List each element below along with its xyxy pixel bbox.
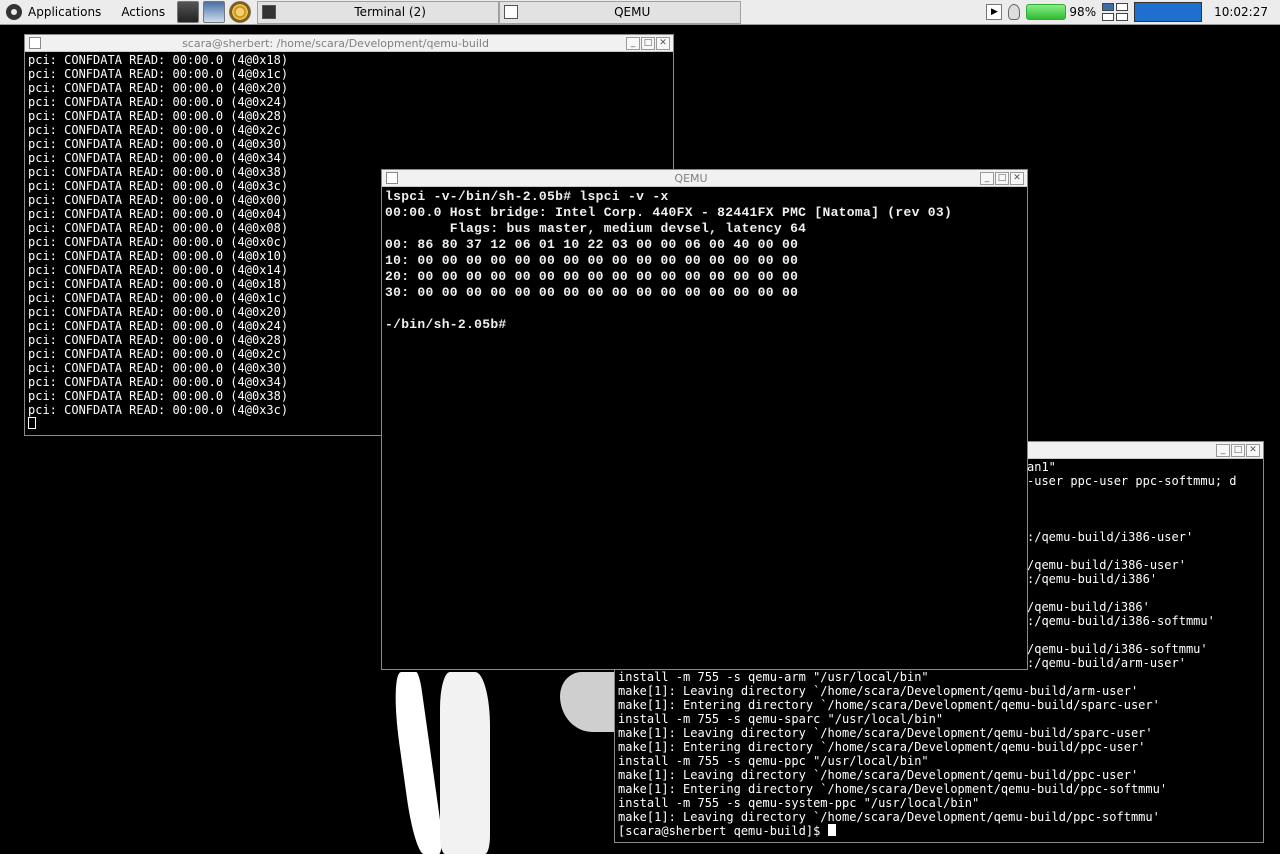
wallpaper-shape — [389, 672, 445, 854]
play-icon[interactable]: ▶ — [986, 4, 1003, 20]
terminal-line: pci: CONFDATA READ: 00:00.0 (4@0x20) — [28, 81, 289, 95]
workspace-4[interactable] — [1116, 13, 1129, 21]
terminal-line: make[1]: Leaving directory `/home/scara/… — [618, 810, 1160, 824]
terminal-line: install -m 755 -s qemu-system-ppc "/usr/… — [618, 796, 980, 810]
cpu-monitor-graph[interactable] — [1134, 2, 1203, 22]
terminal-line: :/qemu-build/i386-user' — [1027, 530, 1194, 544]
task-button-terminal[interactable]: Terminal (2) — [257, 0, 500, 24]
terminal-line: install -m 755 -s qemu-arm "/usr/local/b… — [618, 670, 929, 684]
window-title: QEMU — [674, 171, 708, 185]
gnome-foot-icon — [6, 4, 22, 20]
system-tray: ▶ 98% 10:02:27 — [986, 0, 1280, 25]
battery-icon[interactable] — [1026, 4, 1067, 20]
window-icon — [504, 5, 519, 19]
vga-text-line: 00: 86 80 37 12 06 01 10 22 03 00 00 06 … — [385, 237, 799, 252]
wallpaper-shape — [560, 672, 614, 732]
minimize-icon[interactable]: _ — [626, 36, 640, 50]
desktop: Applications Actions Terminal (2) QEMU ▶… — [0, 0, 1280, 854]
vga-text-line — [385, 301, 1024, 317]
terminal-line: -user ppc-user ppc-softmmu; d — [1027, 474, 1237, 488]
minimize-icon[interactable]: _ — [1216, 443, 1230, 457]
text-cursor — [827, 824, 836, 836]
terminal-line: pci: CONFDATA READ: 00:00.0 (4@0x2c) — [28, 123, 289, 137]
maximize-icon[interactable]: □ — [1231, 443, 1245, 457]
window-titlebar[interactable]: scara@sherbert: /home/scara/Development/… — [25, 35, 673, 52]
battery-percent: 98% — [1069, 5, 1097, 19]
vga-text-line: Flags: bus master, medium devsel, latenc… — [385, 221, 807, 236]
terminal-line: pci: CONFDATA READ: 00:00.0 (4@0x18) — [28, 53, 289, 67]
terminal-line: an1" — [1027, 460, 1056, 474]
applications-menu[interactable]: Applications — [0, 0, 107, 25]
shell-prompt: [scara@sherbert qemu-build]$ — [618, 824, 828, 838]
workspace-1[interactable] — [1102, 3, 1115, 11]
vga-text-line: 00:00.0 Host bridge: Intel Corp. 440FX -… — [385, 205, 953, 220]
applications-menu-label: Applications — [28, 5, 102, 19]
system-monitor-launcher-icon[interactable] — [203, 1, 226, 23]
terminal-line: install -m 755 -s qemu-ppc "/usr/local/b… — [618, 754, 929, 768]
qemu-vga-screen[interactable]: lspci -v-/bin/sh-2.05b# lspci -v -x 00:00… — [382, 187, 1027, 335]
close-icon[interactable]: ✕ — [1246, 443, 1260, 457]
terminal-line: :/qemu-build/i386-softmmu' — [1027, 614, 1215, 628]
task-label: QEMU — [614, 5, 651, 19]
terminal-line: make[1]: Leaving directory `/home/scara/… — [618, 684, 1139, 698]
terminal-line: :/qemu-build/i386' — [1027, 572, 1158, 586]
terminal-line: pci: CONFDATA READ: 00:00.0 (4@0x34) — [28, 151, 289, 165]
terminal-line: install -m 755 -s qemu-sparc "/usr/local… — [618, 712, 944, 726]
terminal-line: pci: CONFDATA READ: 00:00.0 (4@0x28) — [28, 109, 289, 123]
terminal-line: pci: CONFDATA READ: 00:00.0 (4@0x24) — [28, 95, 289, 109]
minimize-icon[interactable]: _ — [980, 171, 994, 185]
lightbulb-icon[interactable] — [1008, 4, 1021, 20]
terminal-line: :/qemu-build/arm-user' — [1027, 656, 1186, 670]
task-label: Terminal (2) — [354, 5, 426, 19]
terminal-icon — [262, 5, 277, 19]
qemu-window[interactable]: QEMU _ □ ✕ lspci -v-/bin/sh-2.05b# lspci… — [381, 169, 1028, 670]
workspace-switcher[interactable] — [1102, 3, 1129, 21]
top-panel: Applications Actions Terminal (2) QEMU ▶… — [0, 0, 1280, 25]
maximize-icon[interactable]: □ — [641, 36, 655, 50]
wallpaper-shape — [440, 672, 490, 854]
close-icon[interactable]: ✕ — [1010, 171, 1024, 185]
window-menu-icon[interactable] — [386, 172, 398, 184]
taskbar: Terminal (2) QEMU — [257, 0, 742, 25]
terminal-line: /qemu-build/i386-user' — [1027, 558, 1186, 572]
terminal-line: pci: CONFDATA READ: 00:00.0 (4@0x30) — [28, 137, 289, 151]
terminal-line: make[1]: Entering directory `/home/scara… — [618, 782, 1168, 796]
close-icon[interactable]: ✕ — [656, 36, 670, 50]
workspace-2[interactable] — [1116, 3, 1129, 11]
actions-menu-label: Actions — [121, 5, 166, 19]
terminal-line: /qemu-build/i386-softmmu' — [1027, 642, 1208, 656]
terminal-line: /qemu-build/i386' — [1027, 600, 1150, 614]
vga-text-line: 20: 00 00 00 00 00 00 00 00 00 00 00 00 … — [385, 269, 799, 284]
maximize-icon[interactable]: □ — [995, 171, 1009, 185]
text-cursor — [28, 417, 36, 429]
task-button-qemu[interactable]: QEMU — [499, 0, 742, 24]
vga-text-line: -/bin/sh-2.05b# — [385, 317, 507, 332]
terminal-line: make[1]: Entering directory `/home/scara… — [618, 698, 1160, 712]
terminal-output[interactable]: install -m 755 -s qemu-arm "/usr/local/b… — [615, 670, 1263, 838]
clock[interactable]: 10:02:27 — [1208, 5, 1272, 19]
terminal-output-hidden-part: an1" -user ppc-user ppc-softmmu; d :/qemu-… — [1027, 460, 1263, 670]
vga-text-line: 10: 00 00 00 00 00 00 00 00 00 00 00 00 … — [385, 253, 799, 268]
terminal-launcher-icon[interactable] — [177, 1, 200, 23]
vga-text-line: lspci -v-/bin/sh-2.05b# lspci -v -x — [385, 189, 669, 204]
window-titlebar[interactable]: QEMU _ □ ✕ — [382, 170, 1027, 187]
terminal-line: pci: CONFDATA READ: 00:00.0 (4@0x1c) — [28, 67, 289, 81]
terminal-line: make[1]: Entering directory `/home/scara… — [618, 740, 1146, 754]
actions-menu[interactable]: Actions — [107, 0, 175, 25]
workspace-3[interactable] — [1102, 13, 1115, 21]
terminal-line: make[1]: Leaving directory `/home/scara/… — [618, 768, 1139, 782]
web-browser-launcher-icon[interactable] — [229, 1, 252, 23]
window-menu-icon[interactable] — [29, 37, 41, 49]
terminal-line: make[1]: Leaving directory `/home/scara/… — [618, 726, 1153, 740]
window-title: scara@sherbert: /home/scara/Development/… — [182, 36, 489, 50]
vga-text-line: 30: 00 00 00 00 00 00 00 00 00 00 00 00 … — [385, 285, 799, 300]
